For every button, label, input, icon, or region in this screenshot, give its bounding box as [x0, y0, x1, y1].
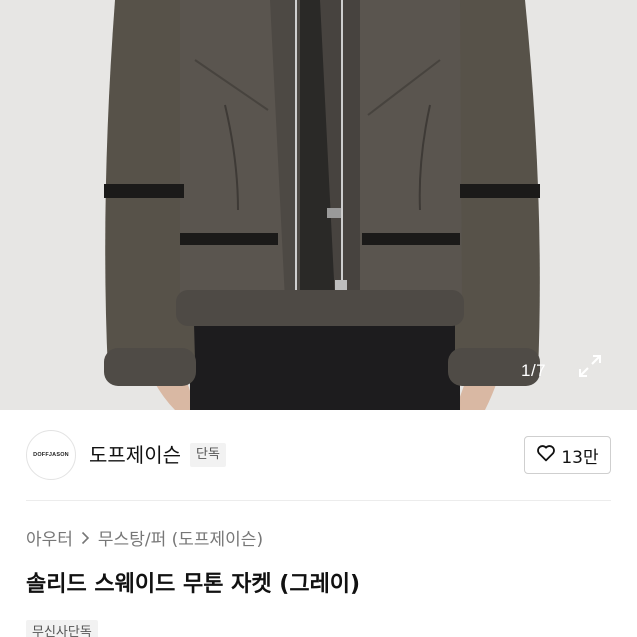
section-divider: [26, 500, 611, 501]
breadcrumb: 아우터 무스탕/퍼 (도프제이슨): [26, 527, 263, 553]
brand-logo-text: DOFFJASON: [33, 452, 69, 458]
brand-name[interactable]: 도프제이슨: [89, 442, 181, 468]
brand-logo[interactable]: DOFFJASON: [26, 430, 76, 480]
heart-outline-icon: [536, 444, 556, 467]
image-counter: 1/7: [521, 361, 547, 380]
like-button[interactable]: 13만: [524, 436, 611, 474]
product-image-gallery[interactable]: 1/7: [0, 0, 637, 410]
breadcrumb-item-category[interactable]: 무스탕/퍼 (도프제이슨): [98, 527, 263, 553]
breadcrumb-item-outer[interactable]: 아우터: [26, 527, 73, 553]
product-photo: [0, 0, 637, 410]
musinsa-exclusive-label: 무신사단독: [26, 620, 98, 637]
like-count: 13만: [561, 447, 599, 468]
chevron-right-icon: [81, 527, 90, 553]
exclusive-badge: 단독: [190, 443, 226, 467]
product-title: 솔리드 스웨이드 무톤 자켓 (그레이): [26, 572, 361, 597]
expand-arrows-icon[interactable]: [577, 353, 609, 385]
